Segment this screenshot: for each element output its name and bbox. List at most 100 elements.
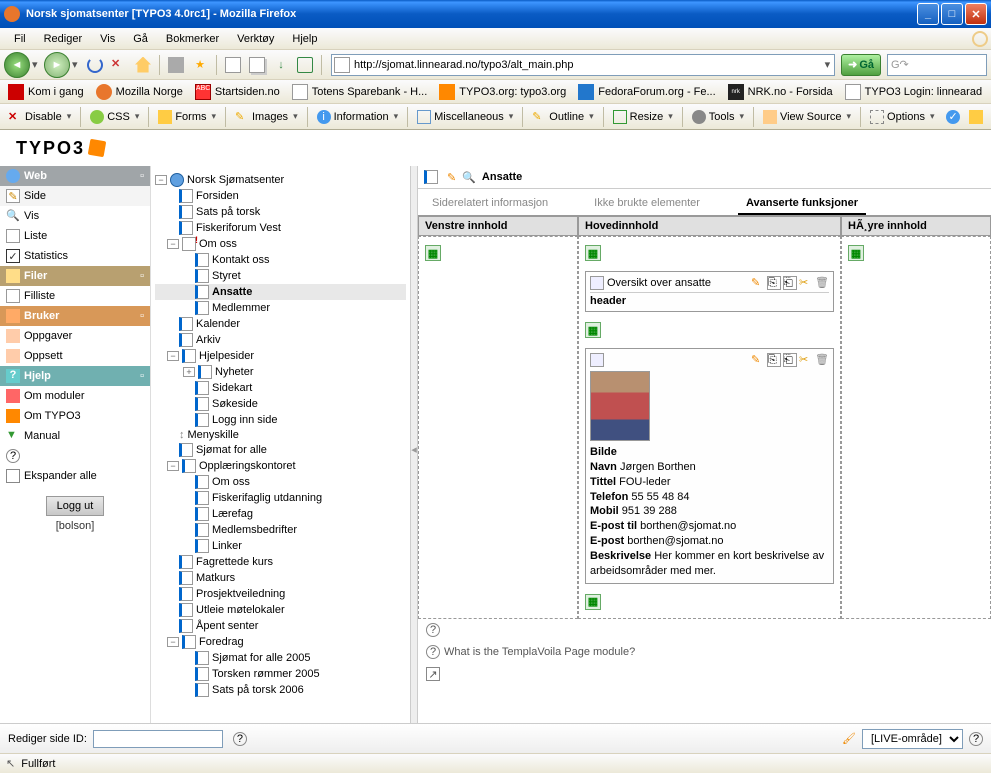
tab-siderelatert[interactable]: Siderelatert informasjon — [424, 193, 556, 215]
forward-button[interactable]: ► — [44, 52, 70, 78]
search-field[interactable]: G↷ — [887, 54, 987, 76]
tab-ikkebrukte[interactable]: Ikke brukte elementer — [586, 193, 708, 215]
copy-icon[interactable]: ⎘ — [767, 353, 781, 367]
ref-icon[interactable]: ⎗ — [783, 353, 797, 367]
new-content-button[interactable]: ▦ — [585, 245, 601, 261]
tree-item[interactable]: Medlemmer — [155, 300, 406, 316]
window-close-button[interactable]: ✕ — [965, 3, 987, 25]
tree-item-ansatte[interactable]: Ansatte — [155, 284, 406, 300]
windows-button[interactable] — [246, 54, 268, 76]
tree-collapse-icon[interactable]: − — [167, 637, 179, 647]
edit-pencil-icon[interactable]: ✎ — [447, 171, 456, 184]
tree-item[interactable]: Kontakt oss — [155, 252, 406, 268]
webdev-tools[interactable]: Tools — [688, 108, 748, 126]
bookmark-star-icon[interactable]: ★ — [189, 54, 211, 76]
tree-item[interactable]: Prosjektveiledning — [155, 586, 406, 602]
edit-icon[interactable]: ✎ — [751, 353, 765, 367]
webdev-check-icon[interactable]: ✓ — [942, 106, 963, 128]
history-button[interactable] — [294, 54, 316, 76]
menu-verktoy[interactable]: Verktøy — [229, 31, 282, 47]
module-manual[interactable]: ▼Manual — [0, 426, 150, 446]
search-icon[interactable]: 🔍 — [462, 171, 476, 184]
tree-item[interactable]: Linker — [155, 538, 406, 554]
stop-button[interactable]: ✕ — [108, 54, 130, 76]
bookmark-kom-i-gang[interactable]: Kom i gang — [4, 82, 88, 102]
tree-item[interactable]: +Nyheter — [155, 364, 406, 380]
tree-item[interactable]: Fiskerifaglig utdanning — [155, 490, 406, 506]
go-button[interactable]: ➜Gå — [841, 54, 881, 76]
tree-collapse-icon[interactable]: − — [167, 461, 179, 471]
tree-item-menyskille[interactable]: ↕Menyskille — [155, 428, 406, 442]
tree-item[interactable]: Fiskeriforum Vest — [155, 220, 406, 236]
tree-item-foredrag[interactable]: −Foredrag — [155, 634, 406, 650]
downloads-button[interactable]: ↓ — [270, 54, 292, 76]
workspace-select[interactable]: [LIVE-område] — [862, 729, 963, 749]
tree-collapse-icon[interactable]: − — [167, 351, 179, 361]
splitter[interactable]: ◂ — [410, 166, 418, 733]
tree-item[interactable]: Utleie møtelokaler — [155, 602, 406, 618]
new-content-button[interactable]: ▦ — [585, 322, 601, 338]
edit-page-id-input[interactable] — [93, 730, 223, 748]
webdev-misc[interactable]: Miscellaneous — [413, 108, 517, 126]
tree-item[interactable]: Forsiden — [155, 188, 406, 204]
back-dropdown[interactable]: ▾ — [32, 58, 42, 71]
tree-item[interactable]: Medlemsbedrifter — [155, 522, 406, 538]
module-q[interactable]: ? — [0, 446, 150, 466]
bookmark-nrk[interactable]: nrkNRK.no - Forsida — [724, 82, 837, 102]
webdev-outline[interactable]: ✎Outline — [528, 108, 597, 126]
module-header-bruker[interactable]: Bruker▫ — [0, 306, 150, 326]
tree-item[interactable]: Sidekart — [155, 380, 406, 396]
collapse-icon[interactable]: ▫ — [140, 170, 144, 182]
back-button[interactable]: ◄ — [4, 52, 30, 78]
bookmark-typo3-login[interactable]: TYPO3 Login: linnearad — [841, 82, 986, 102]
copy-icon[interactable]: ⎘ — [767, 276, 781, 290]
tree-expand-icon[interactable]: + — [183, 367, 195, 377]
tree-item[interactable]: Sjømat for alle — [155, 442, 406, 458]
new-content-button[interactable]: ▦ — [425, 245, 441, 261]
module-liste[interactable]: Liste — [0, 226, 150, 246]
new-tab-button[interactable] — [222, 54, 244, 76]
tree-item[interactable]: Sjømat for alle 2005 — [155, 650, 406, 666]
url-dropdown-icon[interactable]: ▾ — [821, 58, 835, 71]
tree-item[interactable]: Logg inn side — [155, 412, 406, 428]
webdev-viewsource[interactable]: View Source — [759, 108, 855, 126]
delete-icon[interactable]: 🗑 — [815, 353, 829, 367]
webdev-options[interactable]: Options — [866, 108, 938, 126]
module-header-web[interactable]: Web▫ — [0, 166, 150, 186]
tree-item[interactable]: Sats på torsk 2006 — [155, 682, 406, 698]
collapse-icon[interactable]: ▫ — [140, 270, 144, 282]
window-maximize-button[interactable]: □ — [941, 3, 963, 25]
tree-item[interactable]: Matkurs — [155, 570, 406, 586]
tree-item[interactable]: Arkiv — [155, 332, 406, 348]
bookmark-totens[interactable]: Totens Sparebank - H... — [288, 82, 432, 102]
webdev-forms[interactable]: Forms — [154, 108, 220, 126]
module-filliste[interactable]: Filliste — [0, 286, 150, 306]
help-icon[interactable]: ? — [426, 645, 440, 659]
cut-icon[interactable]: ✂ — [799, 276, 813, 290]
menu-vis[interactable]: Vis — [92, 31, 123, 47]
bookmark-startsiden[interactable]: ABCStartsiden.no — [191, 82, 284, 102]
menu-rediger[interactable]: Rediger — [36, 31, 91, 47]
home-button[interactable] — [132, 54, 154, 76]
collapse-icon[interactable]: ▫ — [140, 370, 144, 382]
webdev-disable[interactable]: ✕Disable — [4, 108, 75, 126]
tree-item[interactable]: Åpent senter — [155, 618, 406, 634]
tree-item[interactable]: Torsken rømmer 2005 — [155, 666, 406, 682]
paint-icon[interactable]: 🖌 — [842, 732, 856, 745]
module-oppsett[interactable]: Oppsett — [0, 346, 150, 366]
tree-item[interactable]: Sats på torsk — [155, 204, 406, 220]
tree-item[interactable]: Om oss — [155, 474, 406, 490]
ref-icon[interactable]: ⎗ — [783, 276, 797, 290]
window-minimize-button[interactable]: _ — [917, 3, 939, 25]
webdev-resize[interactable]: Resize — [609, 108, 677, 126]
menu-bokmerker[interactable]: Bokmerker — [158, 31, 227, 47]
logout-button[interactable]: Logg ut — [46, 496, 105, 516]
help-icon[interactable]: ? — [426, 623, 440, 637]
print-button[interactable] — [165, 54, 187, 76]
help-icon[interactable]: ? — [233, 732, 247, 746]
tree-item[interactable]: Fagrettede kurs — [155, 554, 406, 570]
webdev-css[interactable]: CSS — [86, 108, 143, 126]
reload-button[interactable] — [84, 54, 106, 76]
webdev-images[interactable]: ✎Images — [231, 108, 302, 126]
bookmark-fedoraforum[interactable]: FedoraForum.org - Fe... — [574, 82, 719, 102]
